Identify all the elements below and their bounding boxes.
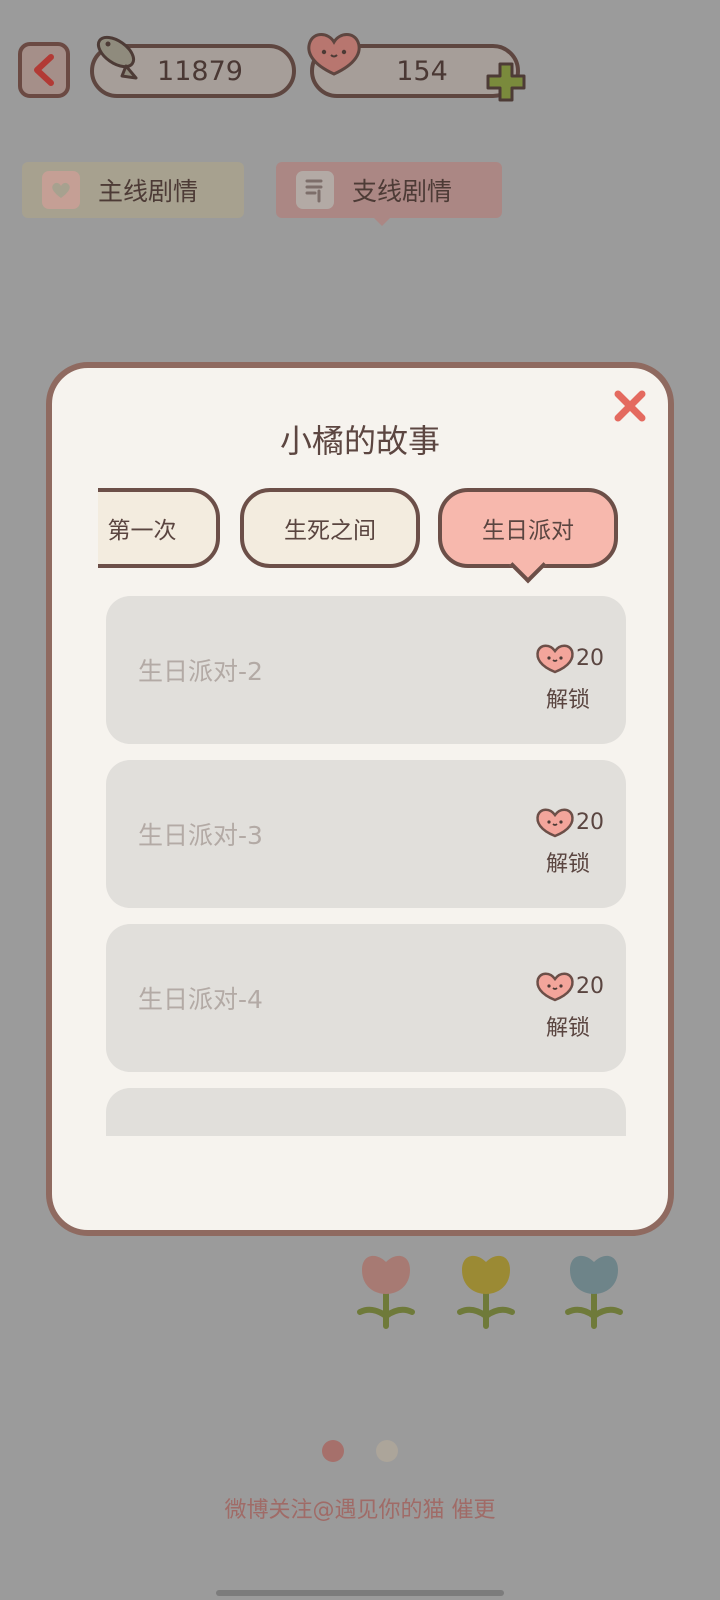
item-title: 生日派对-3	[138, 821, 263, 850]
page-indicator-active	[322, 1440, 344, 1462]
chapter-tab-label: 生日派对	[482, 518, 574, 544]
chapter-tabs: 第一次 生死之间 生日派对	[98, 488, 628, 578]
chevron-left-icon	[34, 54, 54, 86]
list-item[interactable]: 生日派对-3 20 解锁	[106, 760, 626, 908]
heart-face-icon	[536, 644, 574, 674]
tab-side-story[interactable]: 支线剧情	[276, 162, 502, 218]
fish-count: 11879	[157, 55, 243, 87]
list-item[interactable]	[106, 1088, 626, 1136]
item-cost: 20	[534, 806, 604, 838]
unlock-button[interactable]: 解锁	[546, 1010, 590, 1042]
chapter-tab-label: 生死之间	[284, 518, 376, 544]
item-title: 生日派对-4	[138, 985, 263, 1014]
flower-decoration	[457, 1255, 515, 1329]
tab-pointer	[370, 214, 394, 226]
heart-face-icon	[536, 808, 574, 838]
flower-decoration	[357, 1255, 415, 1329]
story-modal: 小橘的故事 第一次 生死之间 生日派对 生日派对-2 20 解锁 生日派对-3 …	[46, 362, 674, 1236]
item-cost: 20	[534, 642, 604, 674]
heart-face-icon	[307, 33, 361, 76]
unlock-button[interactable]: 解锁	[546, 846, 590, 878]
heart-count: 154	[396, 55, 448, 87]
unlock-button[interactable]: 解锁	[546, 682, 590, 714]
heart-box-icon	[42, 171, 80, 209]
chapter-tab-2[interactable]: 生死之间	[240, 488, 420, 568]
tab-main-label: 主线剧情	[98, 177, 199, 206]
tab-side-label: 支线剧情	[352, 177, 453, 206]
page-indicator	[376, 1440, 398, 1462]
close-icon[interactable]	[610, 386, 650, 426]
chapter-tab-label: 第一次	[107, 518, 177, 544]
heart-face-icon	[536, 972, 574, 1002]
item-title: 生日派对-2	[138, 657, 263, 686]
story-list[interactable]: 生日派对-2 20 解锁 生日派对-3 20 解锁 生日派对-4 20 解锁	[106, 596, 626, 1136]
home-indicator[interactable]	[216, 1590, 504, 1596]
back-button[interactable]	[18, 42, 70, 98]
cost-value: 20	[576, 645, 604, 671]
chapter-tab-1[interactable]: 第一次	[98, 488, 220, 568]
document-icon	[296, 171, 334, 209]
modal-title: 小橘的故事	[279, 422, 440, 460]
plus-icon[interactable]	[484, 60, 528, 104]
fish-icon	[96, 35, 138, 80]
flower-decoration	[565, 1255, 623, 1329]
list-item[interactable]: 生日派对-2 20 解锁	[106, 596, 626, 744]
footer-text: 微博关注@遇见你的猫 催更	[224, 1498, 496, 1523]
item-cost: 20	[534, 970, 604, 1002]
cost-value: 20	[576, 809, 604, 835]
list-item[interactable]: 生日派对-4 20 解锁	[106, 924, 626, 1072]
tab-main-story[interactable]: 主线剧情	[22, 162, 244, 218]
cost-value: 20	[576, 973, 604, 999]
